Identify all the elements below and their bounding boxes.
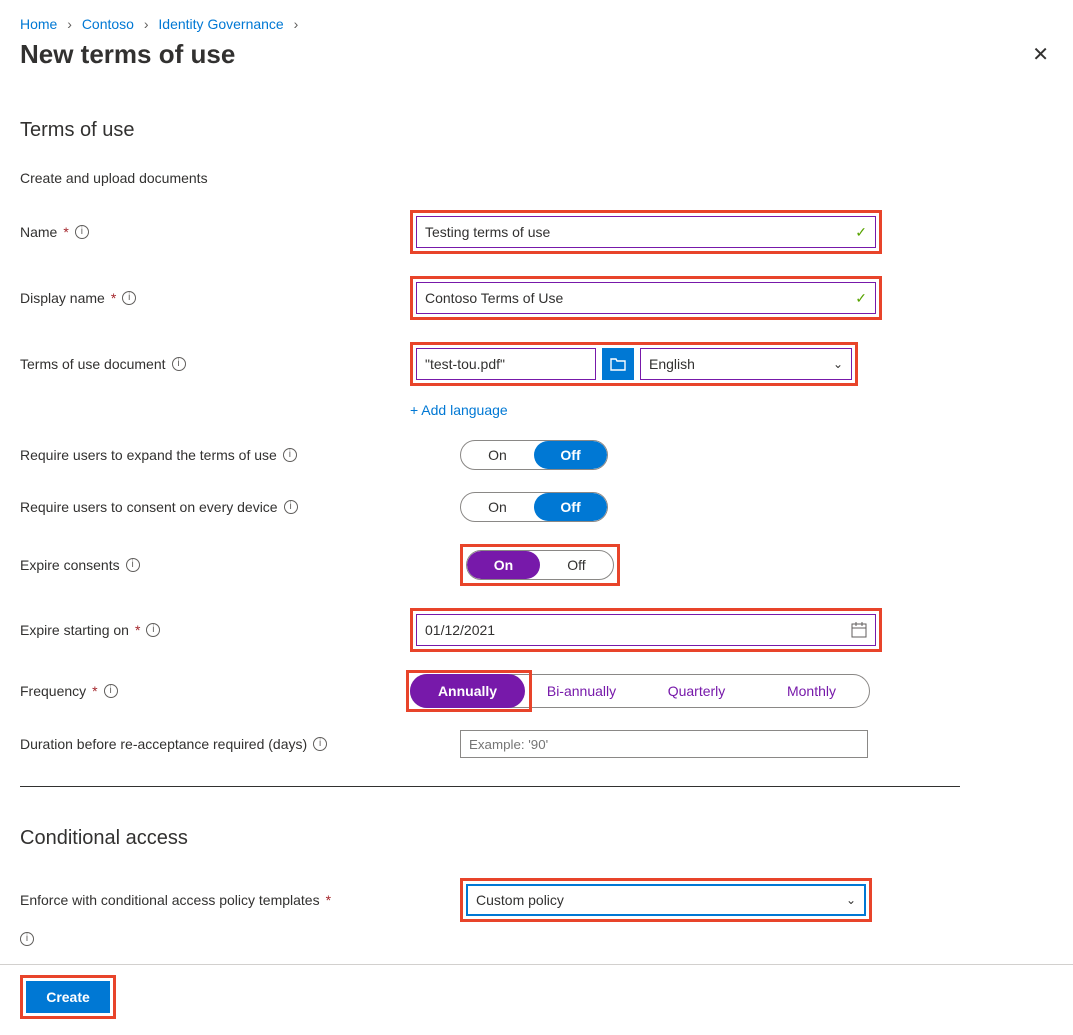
footer-divider [0,964,1073,965]
check-icon: ✓ [855,290,867,307]
toggle-off[interactable]: Off [534,441,607,469]
add-language-link[interactable]: + Add language [410,402,1053,418]
breadcrumb-contoso[interactable]: Contoso [82,16,134,32]
chevron-down-icon: ⌄ [846,893,856,907]
label-expire-consents: Expire consents [20,557,120,573]
name-input[interactable]: Testing terms of use ✓ [416,216,876,248]
language-select[interactable]: English ⌄ [640,348,852,380]
label-name: Name [20,224,57,240]
divider [20,786,960,787]
breadcrumb-identity-governance[interactable]: Identity Governance [158,16,283,32]
expire-date-value: 01/12/2021 [425,622,495,638]
language-value: English [649,356,695,372]
label-expire-starting: Expire starting on [20,622,129,638]
required-indicator: * [135,622,140,638]
label-display-name: Display name [20,290,105,306]
display-name-input[interactable]: Contoso Terms of Use ✓ [416,282,876,314]
required-indicator: * [111,290,116,306]
breadcrumb-sep: › [144,16,149,32]
browse-file-button[interactable] [602,348,634,380]
required-indicator: * [63,224,68,240]
label-tou-document: Terms of use document [20,356,166,372]
label-frequency: Frequency [20,683,86,699]
chevron-down-icon: ⌄ [833,357,843,371]
label-duration: Duration before re-acceptance required (… [20,736,307,752]
name-value: Testing terms of use [425,224,550,240]
frequency-annually[interactable]: Annually [410,674,525,708]
info-icon[interactable]: i [126,558,140,572]
breadcrumb-home[interactable]: Home [20,16,57,32]
frequency-quarterly[interactable]: Quarterly [639,675,754,707]
toggle-on[interactable]: On [461,441,534,469]
create-button[interactable]: Create [26,981,110,1013]
frequency-group: Annually Bi-annually Quarterly Monthly [410,674,870,708]
breadcrumb-sep: › [294,16,299,32]
info-icon[interactable]: i [172,357,186,371]
expire-date-input[interactable]: 01/12/2021 [416,614,876,646]
info-icon[interactable]: i [284,500,298,514]
label-require-consent: Require users to consent on every device [20,499,278,515]
toggle-off[interactable]: Off [540,551,613,579]
expire-consents-toggle[interactable]: On Off [466,550,614,580]
required-indicator: * [326,892,331,908]
info-icon[interactable]: i [283,448,297,462]
label-enforce-ca: Enforce with conditional access policy t… [20,892,320,908]
toggle-off[interactable]: Off [534,493,607,521]
require-expand-toggle[interactable]: On Off [460,440,608,470]
info-icon[interactable]: i [104,684,118,698]
info-icon[interactable]: i [313,737,327,751]
close-icon[interactable]: ✕ [1028,38,1053,71]
document-file-input[interactable]: "test-tou.pdf" [416,348,596,380]
toggle-on[interactable]: On [467,551,540,579]
check-icon: ✓ [855,224,867,241]
folder-icon [610,357,626,371]
info-icon[interactable]: i [122,291,136,305]
required-indicator: * [92,683,97,699]
display-name-value: Contoso Terms of Use [425,290,563,306]
page-title: New terms of use [20,39,235,70]
subhead-create-upload: Create and upload documents [20,170,1053,186]
breadcrumb-sep: › [67,16,72,32]
breadcrumb: Home › Contoso › Identity Governance › [20,16,1053,32]
section-terms-of-use: Terms of use [20,119,1053,142]
toggle-on[interactable]: On [461,493,534,521]
ca-template-select[interactable]: Custom policy ⌄ [466,884,866,916]
frequency-biannually[interactable]: Bi-annually [524,675,639,707]
calendar-icon[interactable] [851,622,867,638]
ca-template-value: Custom policy [476,892,564,908]
document-file-value: "test-tou.pdf" [425,356,505,372]
info-icon[interactable]: i [146,623,160,637]
section-conditional-access: Conditional access [20,827,1053,850]
frequency-monthly[interactable]: Monthly [754,675,869,707]
require-consent-toggle[interactable]: On Off [460,492,608,522]
info-icon[interactable]: i [75,225,89,239]
info-icon[interactable]: i [20,932,34,946]
label-require-expand: Require users to expand the terms of use [20,447,277,463]
duration-input[interactable] [460,730,868,758]
